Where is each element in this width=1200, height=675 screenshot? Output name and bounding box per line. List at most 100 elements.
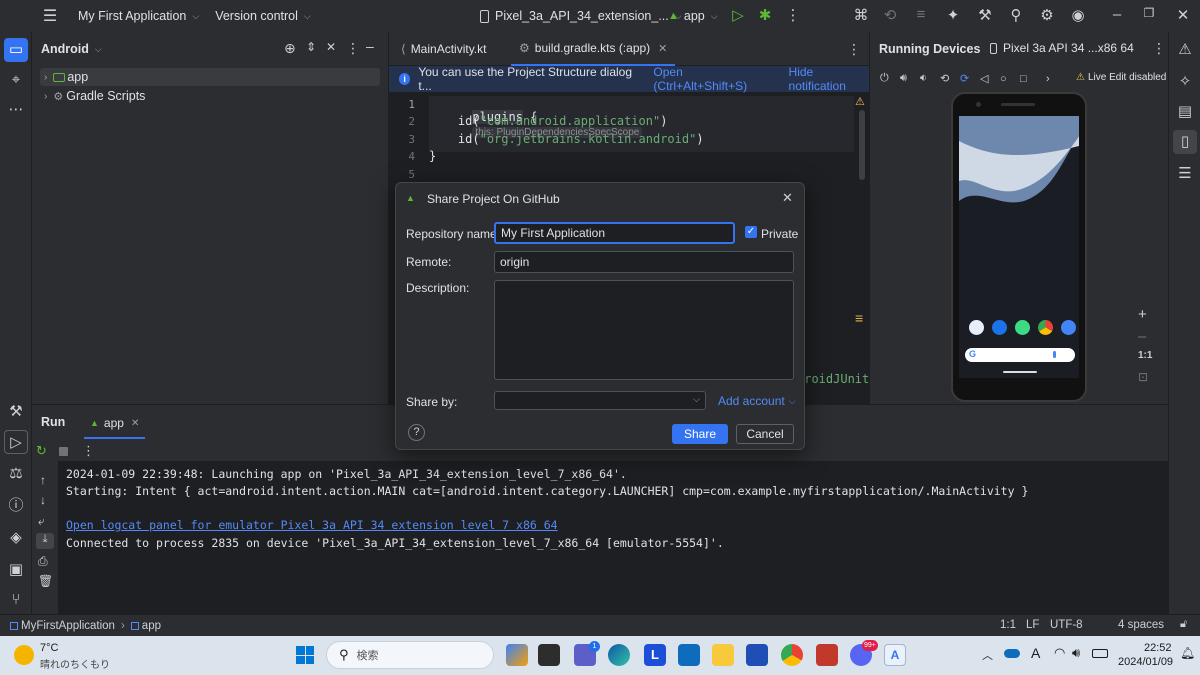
power-icon[interactable]: ⏻ <box>880 72 900 85</box>
messages-icon[interactable] <box>992 320 1007 335</box>
add-account-link[interactable]: Add account ⌵ <box>718 394 796 408</box>
hide-notification-link[interactable]: Hide notification <box>789 65 869 93</box>
taskbar-search[interactable]: ⚲ 検索 <box>326 641 494 669</box>
scroll-up-icon[interactable]: ↑ <box>40 473 46 487</box>
rotate-right-icon[interactable]: ⟳ <box>960 72 980 85</box>
soft-wrap-icon[interactable]: ⤶ <box>38 514 45 529</box>
restore-icon[interactable]: ❐ <box>1136 6 1162 20</box>
notification-center-icon[interactable]: 🔔︎ <box>1180 646 1195 660</box>
indent-setting[interactable]: 4 spaces <box>1118 619 1164 631</box>
more-device-actions-icon[interactable]: › <box>1046 73 1066 85</box>
close-tab-icon[interactable]: ✕ <box>658 42 667 55</box>
problems-icon[interactable]: ⓘ <box>4 494 28 518</box>
run-config-selector[interactable]: ▲ app ⌵ <box>668 9 718 23</box>
minimize-icon[interactable]: – <box>1104 6 1130 23</box>
tab-build-gradle[interactable]: ⚙ build.gradle.kts (:app) ✕ <box>511 32 676 66</box>
more-actions-icon[interactable]: ⋮ <box>780 6 806 24</box>
app-quality-icon[interactable]: ◈ <box>4 526 28 550</box>
zoom-in-icon[interactable]: + <box>1138 306 1147 323</box>
volume-down-icon[interactable]: 🔉︎ <box>920 72 940 85</box>
stop-icon[interactable] <box>59 447 68 456</box>
options-icon[interactable]: ⋮ <box>346 40 360 57</box>
sync-icon[interactable]: ≡ <box>908 6 934 23</box>
close-icon[interactable]: ✕ <box>1170 6 1196 24</box>
file-encoding[interactable]: UTF-8 <box>1050 619 1083 631</box>
apply-changes-icon[interactable]: ⌘ <box>848 6 874 24</box>
live-edit-status[interactable]: ⚠ Live Edit disabled <box>1076 72 1166 83</box>
open-logcat-link[interactable]: Open logcat panel for emulator Pixel 3a … <box>66 518 558 532</box>
help-button[interactable]: ? <box>408 424 425 441</box>
camera-app-icon[interactable] <box>1061 320 1076 335</box>
project-view-selector[interactable]: Android ⌵ <box>41 42 102 56</box>
project-switcher[interactable]: My First Application ⌵ <box>78 9 199 23</box>
structure-marker-icon[interactable]: ≡ <box>855 310 863 326</box>
clock-date[interactable]: 2024/01/09 <box>1118 656 1173 668</box>
lock-icon[interactable]: 🔓︎ <box>1180 618 1187 631</box>
remote-input[interactable] <box>494 251 794 273</box>
git-icon[interactable]: ⑂ <box>4 588 28 612</box>
mail-icon[interactable] <box>678 644 700 666</box>
sdk-manager-icon[interactable]: ⚒ <box>972 6 998 24</box>
breadcrumb-project[interactable]: MyFirstApplication <box>21 620 115 632</box>
home-icon[interactable]: ○ <box>1000 73 1020 85</box>
caret-position[interactable]: 1:1 <box>1000 619 1016 631</box>
main-menu-icon[interactable]: ☰ <box>36 6 64 26</box>
device-manager-icon[interactable]: ✦ <box>940 6 966 24</box>
notifications-icon[interactable]: ⚠ <box>1173 38 1197 62</box>
console-output[interactable]: 2024-01-09 22:39:48: Launching app on 'P… <box>58 461 1168 615</box>
terminal-icon[interactable]: ▣ <box>4 558 28 582</box>
tree-item-gradle-scripts[interactable]: › ⚙ Gradle Scripts <box>40 87 380 105</box>
file-explorer-icon[interactable] <box>712 644 734 666</box>
run-options-icon[interactable]: ⋮ <box>82 443 95 459</box>
rotate-left-icon[interactable]: ⟲ <box>940 72 960 85</box>
google-search-bar[interactable]: G <box>965 348 1075 362</box>
locate-icon[interactable]: ⊕ <box>284 40 296 57</box>
gear-icon[interactable]: ⚙ <box>1034 6 1060 24</box>
open-project-structure-link[interactable]: Open (Ctrl+Alt+Shift+S) <box>653 65 772 93</box>
devices-options-icon[interactable]: ⋮ <box>1152 40 1166 57</box>
private-checkbox[interactable]: ✓ <box>745 226 757 238</box>
print-icon[interactable]: ⎙ <box>38 554 48 569</box>
hide-panel-icon[interactable]: – <box>366 38 374 54</box>
gemini-icon[interactable]: ✧ <box>1173 70 1197 94</box>
device-tab[interactable]: Pixel 3a API 34 ...x86 64 <box>990 41 1134 55</box>
desktop-icon[interactable] <box>538 644 560 666</box>
zoom-out-icon[interactable]: – <box>1138 328 1146 345</box>
tree-item-app[interactable]: › app <box>40 68 380 86</box>
device-file-explorer-icon[interactable]: ▤ <box>1173 100 1197 124</box>
vcs-menu[interactable]: Version control ⌵ <box>215 9 311 23</box>
close-tab-icon[interactable]: ✕ <box>131 418 139 429</box>
search-icon[interactable]: ⚲ <box>1003 6 1029 24</box>
overview-icon[interactable]: □ <box>1020 73 1040 85</box>
share-by-select[interactable]: ⌵ <box>494 391 706 410</box>
app-inspection-icon[interactable]: ⚖ <box>4 462 28 486</box>
play-store-icon[interactable] <box>1015 320 1030 335</box>
cancel-button[interactable]: Cancel <box>736 424 794 444</box>
more-tools-icon[interactable]: ⋯ <box>4 98 28 122</box>
copilot-icon[interactable] <box>506 644 528 666</box>
device-screen[interactable]: G <box>959 116 1079 378</box>
back-icon[interactable]: ◁ <box>980 72 1000 85</box>
photos-icon[interactable] <box>816 644 838 666</box>
onedrive-icon[interactable] <box>1004 649 1020 658</box>
account-icon[interactable]: ◉ <box>1065 6 1091 24</box>
running-devices-icon[interactable]: ▯ <box>1173 130 1197 154</box>
scroll-to-end-icon[interactable]: ⤓ <box>36 533 54 549</box>
description-input[interactable] <box>494 280 794 380</box>
build-icon[interactable]: ⚒ <box>4 400 28 424</box>
l-app-icon[interactable]: L <box>644 644 666 666</box>
clear-icon[interactable]: 🗑︎ <box>38 574 53 588</box>
clock-time[interactable]: 22:52 <box>1144 642 1172 654</box>
weather-temp[interactable]: 7°C <box>40 642 58 654</box>
collapse-all-icon[interactable]: ✕ <box>326 40 336 54</box>
volume-up-icon[interactable]: 🔊︎ <box>900 72 920 85</box>
breadcrumb-module[interactable]: app <box>142 620 161 632</box>
weather-icon[interactable] <box>14 645 34 665</box>
android-studio-icon[interactable]: A <box>884 644 906 666</box>
start-icon[interactable] <box>296 646 314 664</box>
close-icon[interactable]: ✕ <box>782 190 793 206</box>
volume-icon[interactable]: 🔊︎ <box>1072 645 1080 661</box>
warning-icon[interactable]: ⚠ <box>855 95 865 108</box>
tab-options-icon[interactable]: ⋮ <box>847 41 861 58</box>
chrome-icon[interactable] <box>1038 320 1053 335</box>
